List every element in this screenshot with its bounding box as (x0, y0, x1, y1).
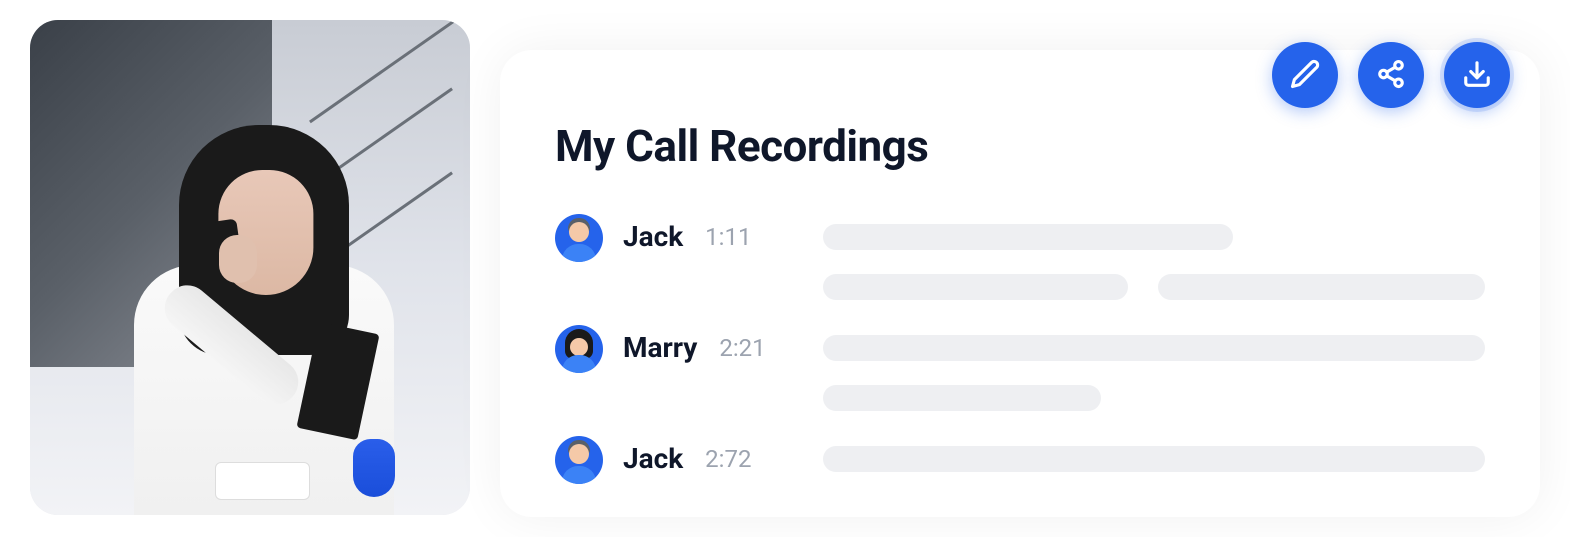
recording-name: Jack (623, 442, 683, 475)
recording-name: Jack (623, 220, 683, 253)
card-title: My Call Recordings (555, 120, 1485, 172)
recording-time: 2:21 (719, 334, 765, 362)
share-button[interactable] (1358, 42, 1424, 108)
avatar (555, 436, 603, 484)
avatar (555, 325, 603, 373)
recording-time: 1:11 (705, 223, 751, 251)
recording-info: Jack 2:72 (623, 436, 803, 475)
main-container: My Call Recordings Jack 1:11 (30, 20, 1540, 517)
recording-row[interactable]: Jack 2:72 (555, 436, 1485, 484)
recording-row[interactable]: Marry 2:21 (555, 325, 1485, 411)
avatar (555, 214, 603, 262)
transcript-placeholder (823, 325, 1485, 411)
recordings-card: My Call Recordings Jack 1:11 (500, 50, 1540, 517)
download-icon (1462, 59, 1492, 92)
transcript-placeholder (823, 436, 1485, 472)
recording-info: Marry 2:21 (623, 325, 803, 364)
photo-placeholder (30, 20, 470, 515)
recording-row[interactable]: Jack 1:11 (555, 214, 1485, 300)
pencil-icon (1290, 59, 1320, 92)
download-button[interactable] (1444, 42, 1510, 108)
recording-info: Jack 1:11 (623, 214, 803, 253)
share-icon (1376, 59, 1406, 92)
recording-name: Marry (623, 331, 697, 364)
action-buttons (1272, 42, 1510, 108)
edit-button[interactable] (1272, 42, 1338, 108)
transcript-placeholder (823, 214, 1485, 300)
photo-card (30, 20, 470, 515)
recording-time: 2:72 (705, 445, 751, 473)
